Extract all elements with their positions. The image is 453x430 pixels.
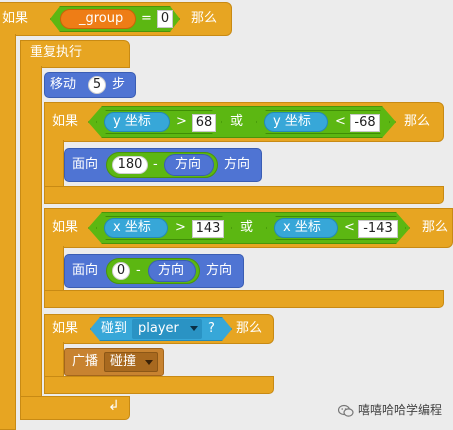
greater-sign: > (175, 220, 186, 235)
group-variable[interactable]: _group (60, 9, 136, 29)
y-position-reporter[interactable]: y 坐标 (104, 112, 170, 132)
direction-suffix: 方向 (206, 263, 233, 278)
question-mark: ? (208, 321, 215, 336)
chevron-down-icon (145, 360, 153, 365)
then-label: 那么 (404, 114, 431, 129)
point-label: 面向 (72, 263, 99, 278)
direction-reporter[interactable]: 方向 (148, 260, 196, 282)
greater-sign: > (176, 114, 187, 129)
y-min-value[interactable]: -68 (350, 114, 380, 132)
broadcast-message-dropdown[interactable]: 碰撞 (104, 352, 158, 372)
move-steps[interactable]: 5 (88, 76, 106, 94)
equals-sign: = (141, 11, 152, 26)
touching-label: 碰到 (101, 321, 128, 336)
direction-suffix: 方向 (224, 157, 251, 172)
if-group-arm (0, 34, 16, 430)
x-position-reporter[interactable]: x 坐标 (274, 218, 338, 238)
if-x-bottom (44, 290, 444, 308)
compare-value[interactable]: 0 (157, 10, 173, 28)
less-sign: < (335, 114, 346, 129)
watermark: 嘻嘻哈哈学编程 (337, 401, 453, 421)
then-label: 那么 (422, 220, 449, 235)
subtract-left-value[interactable]: 0 (112, 262, 130, 280)
subtract-left-value[interactable]: 180 (112, 156, 148, 174)
or-label: 或 (230, 114, 244, 129)
y-position-reporter[interactable]: y 坐标 (264, 112, 328, 132)
broadcast-label: 广播 (72, 354, 99, 369)
forever-arm (20, 66, 42, 420)
loop-arrow-icon: ↲ (108, 398, 120, 414)
chevron-down-icon (190, 326, 198, 331)
x-position-reporter[interactable]: x 坐标 (104, 218, 168, 238)
if-y-bottom (44, 186, 444, 204)
direction-reporter[interactable]: 方向 (164, 154, 214, 176)
if-label: 如果 (52, 220, 79, 235)
touch-target-dropdown[interactable]: player (132, 319, 202, 339)
x-min-value[interactable]: -143 (358, 220, 398, 238)
less-sign: < (344, 220, 355, 235)
then-label: 那么 (236, 321, 263, 336)
minus-sign: - (136, 263, 141, 278)
if-touching-bottom (44, 376, 274, 394)
if-label: 如果 (52, 321, 79, 336)
if-label: 如果 (52, 114, 79, 129)
minus-sign: - (153, 157, 158, 172)
wechat-icon (337, 403, 354, 417)
or-label: 或 (240, 220, 254, 235)
point-label: 面向 (72, 157, 99, 172)
steps-unit: 步 (112, 77, 126, 92)
y-max-value[interactable]: 68 (192, 114, 216, 132)
if-label: 如果 (2, 11, 29, 26)
then-label: 那么 (191, 11, 218, 26)
forever-label: 重复执行 (30, 45, 83, 60)
x-max-value[interactable]: 143 (192, 220, 224, 238)
move-label: 移动 (50, 77, 77, 92)
